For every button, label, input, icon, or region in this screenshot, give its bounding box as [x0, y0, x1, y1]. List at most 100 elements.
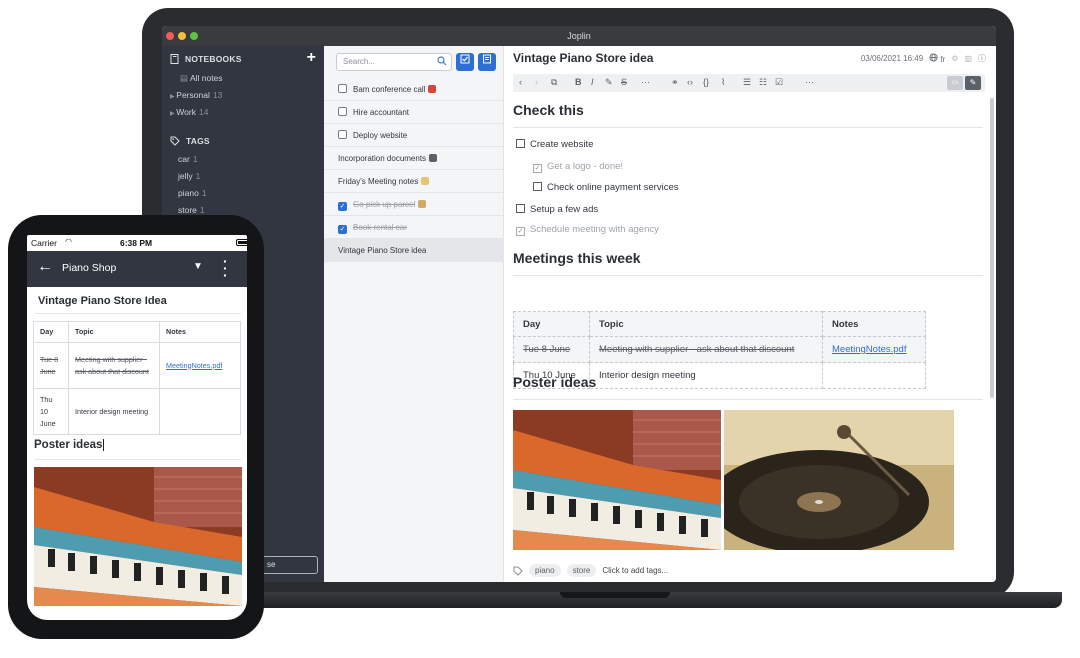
table-cell-topic: Interior design meeting [68, 388, 160, 435]
mobile-meetings-table: Day Topic Notes Tue 8 June Meeting with … [33, 321, 241, 435]
tag-count: 1 [201, 188, 207, 198]
heading-divider [513, 399, 983, 400]
sidebar-tag-car[interactable]: car 1 [178, 154, 198, 164]
task-checkbox[interactable] [516, 204, 525, 213]
sidebar-tag-store[interactable]: store 1 [178, 205, 205, 215]
more-options-icon[interactable]: ··· [805, 77, 814, 87]
tag-chip[interactable]: piano [529, 564, 561, 577]
italic-icon[interactable]: I [591, 77, 594, 87]
layout-icon[interactable]: ▥ [964, 54, 972, 63]
language-selector[interactable]: fr [929, 53, 945, 64]
bullet-list-icon[interactable]: ☰ [743, 77, 751, 88]
table-header-day: Day [513, 311, 590, 337]
table-header-notes: Notes [159, 321, 241, 343]
sidebar-tag-piano[interactable]: piano 1 [178, 188, 207, 198]
piano-poster-image [513, 410, 721, 550]
task-checkbox-checked[interactable]: ✓ [533, 164, 542, 173]
add-notebook-button[interactable]: + [307, 49, 316, 67]
minimize-window-button[interactable] [178, 32, 186, 40]
checklist-icon[interactable]: ☑ [775, 77, 783, 88]
sidebar-tag-jelly[interactable]: jelly 1 [178, 171, 200, 181]
forward-icon[interactable]: › [535, 77, 538, 87]
task-label: Setup a few ads [530, 204, 599, 215]
vinyl-poster-image [724, 410, 954, 550]
mobile-header: ← Piano Shop ▼ · · · [27, 251, 247, 287]
code-block-icon[interactable]: {} [703, 77, 709, 87]
task-item-done[interactable]: ✓ Get a logo - done! [533, 161, 623, 173]
task-checkbox[interactable] [516, 139, 525, 148]
split-view-icon[interactable]: ▭ [947, 76, 963, 90]
todo-checkbox-checked[interactable]: ✓ [338, 225, 347, 234]
sync-button[interactable]: se [262, 556, 318, 574]
list-item[interactable]: ✓ Book rental car [324, 216, 504, 239]
sidebar-item-personal[interactable]: ▶ Personal 13 [170, 90, 222, 100]
laptop-notch [560, 592, 670, 598]
list-item-selected[interactable]: Vintage Piano Store idea [324, 239, 504, 262]
table-cell-day: Tue 8 June [513, 336, 590, 363]
table-cell-notes: MeetingNotes.pdf [159, 342, 241, 389]
notebooks-header[interactable]: NOTEBOOKS [170, 54, 242, 64]
all-notes-icon: ▤ [180, 73, 190, 83]
external-edit-icon[interactable]: ⧉ [551, 77, 557, 88]
new-todo-button[interactable] [456, 53, 474, 71]
code-icon[interactable]: ‹› [687, 77, 693, 87]
new-note-button[interactable] [478, 53, 496, 71]
list-item[interactable]: Incorporation documents [324, 147, 504, 170]
search-input[interactable]: Search... [336, 53, 452, 71]
list-item[interactable]: Friday's Meeting notes [324, 170, 504, 193]
tag-label: store [178, 205, 197, 215]
note-title-input[interactable]: Vintage Piano Store idea [513, 51, 653, 65]
highlight-icon[interactable]: ✎ [605, 77, 613, 88]
list-item[interactable]: Deploy website [324, 124, 504, 147]
more-formatting-icon[interactable]: ··· [641, 77, 650, 87]
edit-mode-icon[interactable]: ✎ [965, 76, 981, 90]
todo-checkbox-checked[interactable]: ✓ [338, 202, 347, 211]
editor-toolbar: ‹ › ⧉ B I ✎ S ··· ⚭ ‹› {} ⌇ ☰ ☷ ☑ ··· ▭ … [513, 74, 985, 92]
tag-label: piano [178, 188, 199, 198]
list-item[interactable]: Hire accountant [324, 101, 504, 124]
close-window-button[interactable] [166, 32, 174, 40]
tags-header[interactable]: TAGS [170, 136, 210, 146]
link-icon[interactable]: ⚭ [671, 77, 679, 88]
maximize-window-button[interactable] [190, 32, 198, 40]
note-title: Vintage Piano Store Idea [38, 295, 167, 307]
add-tags-link[interactable]: Click to add tags... [602, 566, 668, 575]
tag-chip[interactable]: store [566, 564, 597, 577]
bold-icon[interactable]: B [575, 77, 582, 87]
alarm-icon[interactable]: ⚙ [951, 54, 958, 63]
strikethrough-icon[interactable]: S [621, 77, 627, 87]
task-checkbox-checked[interactable]: ✓ [516, 227, 525, 236]
todo-checkbox[interactable] [338, 130, 347, 139]
all-notes-label: All notes [189, 73, 223, 83]
task-item-done[interactable]: ✓ Schedule meeting with agency [516, 224, 659, 236]
editor-scrollbar[interactable] [990, 98, 994, 398]
todo-checkbox[interactable] [338, 107, 347, 116]
task-checkbox[interactable] [533, 182, 542, 191]
heading-poster-ideas[interactable]: Poster ideas [34, 439, 105, 451]
note-title: Friday's Meeting notes [338, 177, 419, 186]
task-item[interactable]: Check online payment services [533, 182, 678, 193]
overflow-menu-icon[interactable]: · · · [223, 254, 228, 282]
todo-checkbox[interactable] [338, 84, 347, 93]
task-item[interactable]: Create website [516, 139, 593, 150]
sidebar-item-work[interactable]: ▶ Work 14 [170, 107, 208, 117]
attachment-link[interactable]: MeetingNotes.pdf [166, 361, 222, 370]
list-item[interactable]: Bam conference call [324, 78, 504, 101]
note-title: Book rental car [353, 223, 407, 232]
attachment-icon[interactable]: ⌇ [721, 77, 725, 88]
list-item[interactable]: ✓ Go pick up parcel [324, 193, 504, 216]
numbered-list-icon[interactable]: ☷ [759, 77, 767, 88]
tag-icon [170, 136, 180, 146]
heading-divider [513, 275, 983, 276]
back-icon[interactable]: ‹ [519, 77, 522, 87]
tags-header-label: TAGS [186, 136, 210, 146]
dropdown-icon[interactable]: ▼ [193, 261, 203, 272]
note-title: Vintage Piano Store idea [338, 246, 427, 255]
info-icon[interactable]: ⓘ [978, 53, 986, 64]
task-item[interactable]: Setup a few ads [516, 204, 598, 215]
tag-icon [513, 566, 523, 576]
attachment-link[interactable]: MeetingNotes.pdf [832, 344, 906, 355]
back-arrow-icon[interactable]: ← [37, 258, 53, 276]
sidebar-item-all-notes[interactable]: ▤ All notes [180, 73, 223, 84]
title-divider [35, 313, 241, 314]
